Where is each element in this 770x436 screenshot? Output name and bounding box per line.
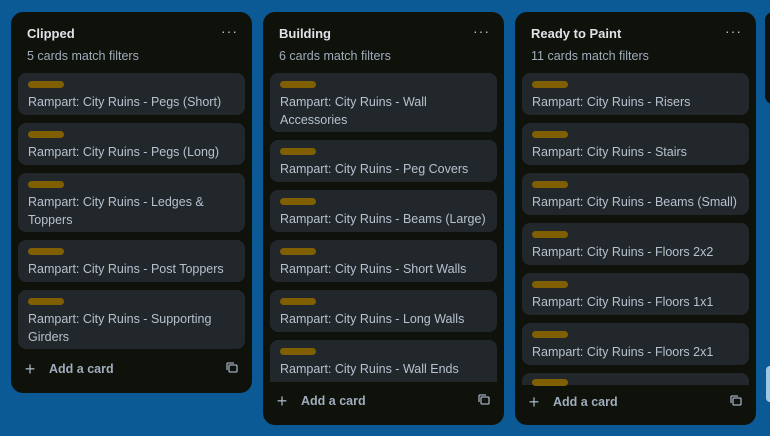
card-title: Rampart: City Ruins - Short Walls xyxy=(280,262,467,276)
card-label[interactable] xyxy=(532,181,568,188)
card-label[interactable] xyxy=(28,181,64,188)
card[interactable]: Rampart: City Ruins - Wall Ends xyxy=(270,340,497,382)
card-label[interactable] xyxy=(532,379,568,386)
card-title: Rampart: City Ruins - Wall Ends xyxy=(280,362,459,376)
card[interactable]: Rampart: City Ruins - Beams (Small) xyxy=(522,173,749,215)
card[interactable]: Rampart: City Ruins - Pegs (Long) xyxy=(18,123,245,165)
card-label[interactable] xyxy=(532,131,568,138)
card[interactable]: Rampart: City Ruins - Supporting Girders xyxy=(18,290,245,349)
list-building: Building ··· 6 cards match filters Rampa… xyxy=(263,12,504,425)
card-title: Rampart: City Ruins - Beams (Large) xyxy=(280,212,486,226)
card-label[interactable] xyxy=(280,298,316,305)
card-title: Rampart: City Ruins - Peg Covers xyxy=(280,162,469,176)
card[interactable]: Rampart: City Ruins - Wall Accessories xyxy=(270,73,497,132)
filter-match-count: 11 cards match filters xyxy=(531,49,649,63)
ellipsis-icon[interactable]: ··· xyxy=(221,24,238,38)
card[interactable] xyxy=(522,373,749,386)
card-template-icon[interactable] xyxy=(730,395,742,407)
list-header: Building ··· 6 cards match filters xyxy=(263,12,504,78)
next-list-edge[interactable] xyxy=(765,12,770,104)
card[interactable]: Rampart: City Ruins - Pegs (Short) xyxy=(18,73,245,115)
card-label[interactable] xyxy=(280,348,316,355)
card[interactable]: Rampart: City Ruins - Risers xyxy=(522,73,749,115)
card-label[interactable] xyxy=(28,298,64,305)
card-label[interactable] xyxy=(280,81,316,88)
card-title: Rampart: City Ruins - Post Toppers xyxy=(28,262,224,276)
list-footer: + Add a card xyxy=(263,387,504,425)
card[interactable]: Rampart: City Ruins - Floors 1x1 xyxy=(522,273,749,315)
card-label[interactable] xyxy=(28,248,64,255)
card-title: Rampart: City Ruins - Pegs (Short) xyxy=(28,95,222,109)
card[interactable]: Rampart: City Ruins - Short Walls xyxy=(270,240,497,282)
card[interactable]: Rampart: City Ruins - Peg Covers xyxy=(270,140,497,182)
card-list: Rampart: City Ruins - Risers Rampart: Ci… xyxy=(515,73,756,386)
card-title: Rampart: City Ruins - Ledges & Toppers xyxy=(28,195,204,227)
card-title: Rampart: City Ruins - Floors 1x1 xyxy=(532,295,714,309)
card-list: Rampart: City Ruins - Pegs (Short) Rampa… xyxy=(11,73,252,349)
add-card-button[interactable]: + Add a card xyxy=(21,355,114,383)
add-card-button[interactable]: + Add a card xyxy=(273,387,366,415)
add-card-label: Add a card xyxy=(553,395,618,409)
list-header: Ready to Paint ··· 11 cards match filter… xyxy=(515,12,756,78)
card[interactable]: Rampart: City Ruins - Floors 2x2 xyxy=(522,223,749,265)
ellipsis-icon[interactable]: ··· xyxy=(473,24,490,38)
card-title: Rampart: City Ruins - Supporting Girders xyxy=(28,312,212,344)
card[interactable]: Rampart: City Ruins - Floors 2x1 xyxy=(522,323,749,365)
card-label[interactable] xyxy=(280,198,316,205)
card-title: Rampart: City Ruins - Floors 2x1 xyxy=(532,345,714,359)
list-title[interactable]: Ready to Paint xyxy=(531,26,621,41)
card-title: Rampart: City Ruins - Risers xyxy=(532,95,691,109)
card[interactable]: Rampart: City Ruins - Post Toppers xyxy=(18,240,245,282)
plus-icon: + xyxy=(528,392,540,412)
ellipsis-icon[interactable]: ··· xyxy=(725,24,742,38)
card-label[interactable] xyxy=(532,231,568,238)
list-ready-to-paint: Ready to Paint ··· 11 cards match filter… xyxy=(515,12,756,425)
card-label[interactable] xyxy=(280,248,316,255)
list-clipped: Clipped ··· 5 cards match filters Rampar… xyxy=(11,12,252,393)
card-list: Rampart: City Ruins - Wall Accessories R… xyxy=(263,73,504,382)
card[interactable]: Rampart: City Ruins - Ledges & Toppers xyxy=(18,173,245,232)
list-title[interactable]: Clipped xyxy=(27,26,75,41)
card-label[interactable] xyxy=(532,331,568,338)
card-label[interactable] xyxy=(280,148,316,155)
list-header: Clipped ··· 5 cards match filters xyxy=(11,12,252,78)
plus-icon: + xyxy=(276,391,288,411)
card-template-icon[interactable] xyxy=(478,394,490,406)
card-label[interactable] xyxy=(532,81,568,88)
card-label[interactable] xyxy=(28,131,64,138)
card-template-icon[interactable] xyxy=(226,362,238,374)
card[interactable]: Rampart: City Ruins - Long Walls xyxy=(270,290,497,332)
card-title: Rampart: City Ruins - Long Walls xyxy=(280,312,465,326)
board: Clipped ··· 5 cards match filters Rampar… xyxy=(0,0,770,436)
card[interactable]: Rampart: City Ruins - Beams (Large) xyxy=(270,190,497,232)
filter-match-count: 5 cards match filters xyxy=(27,49,139,63)
list-title[interactable]: Building xyxy=(279,26,331,41)
card-title: Rampart: City Ruins - Stairs xyxy=(532,145,687,159)
card-title: Rampart: City Ruins - Wall Accessories xyxy=(280,95,427,127)
card-label[interactable] xyxy=(532,281,568,288)
card-title: Rampart: City Ruins - Beams (Small) xyxy=(532,195,737,209)
list-footer: + Add a card xyxy=(515,388,756,425)
scroll-handle[interactable] xyxy=(766,366,770,402)
card-title: Rampart: City Ruins - Floors 2x2 xyxy=(532,245,714,259)
card-title: Rampart: City Ruins - Pegs (Long) xyxy=(28,145,220,159)
list-footer: + Add a card xyxy=(11,355,252,393)
filter-match-count: 6 cards match filters xyxy=(279,49,391,63)
card[interactable]: Rampart: City Ruins - Stairs xyxy=(522,123,749,165)
add-card-label: Add a card xyxy=(301,394,366,408)
plus-icon: + xyxy=(24,359,36,379)
card-label[interactable] xyxy=(28,81,64,88)
add-card-label: Add a card xyxy=(49,362,114,376)
add-card-button[interactable]: + Add a card xyxy=(525,388,618,416)
